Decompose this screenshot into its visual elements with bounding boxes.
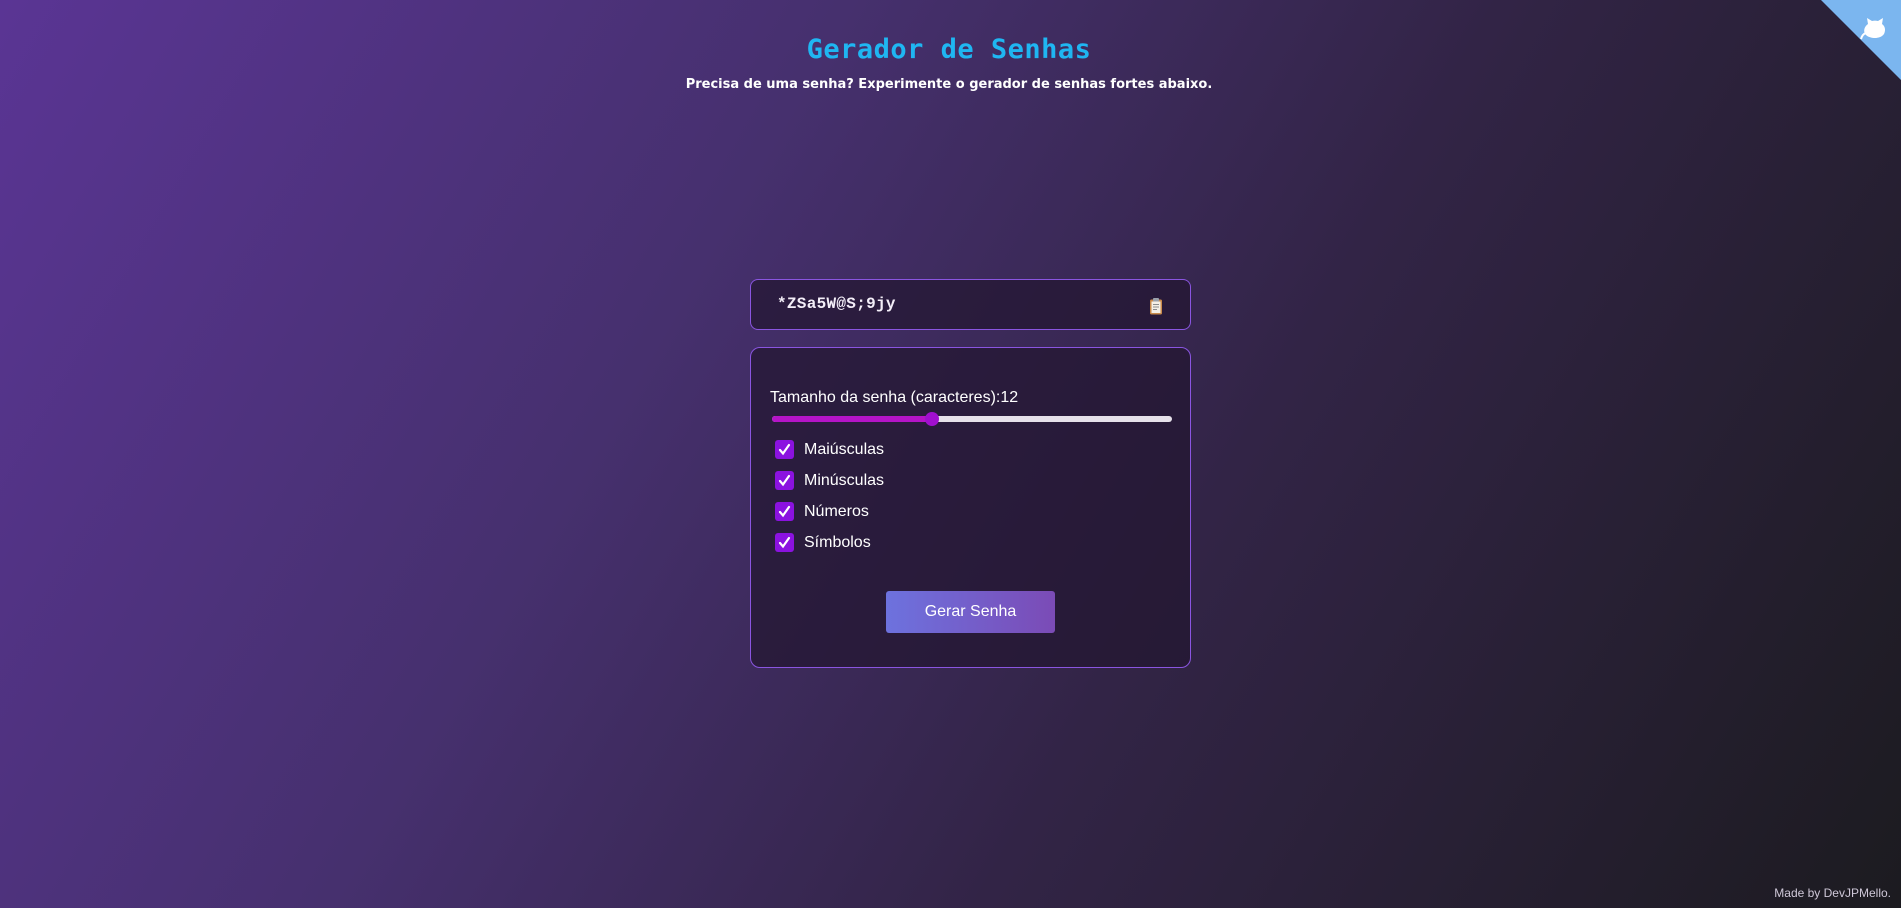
page-subtitle: Precisa de uma senha? Experimente o gera… [685,77,1213,92]
option-uppercase[interactable]: Maiúsculas [775,434,884,465]
checkmark-icon [778,536,791,549]
checkmark-icon [778,505,791,518]
settings-panel: Tamanho da senha (caracteres):12 Maiúscu… [750,347,1191,668]
checkmark-icon [778,443,791,456]
length-label-row: Tamanho da senha (caracteres):12 [770,389,1018,407]
option-lowercase[interactable]: Minúsculas [775,465,884,496]
slider-fill [772,416,932,422]
checkmark-icon [778,474,791,487]
password-value[interactable]: *ZSa5W@S;9jy [777,295,896,313]
checkbox-lowercase[interactable] [775,471,794,490]
footer-credit: Made by DevJPMello. [1774,886,1891,900]
checkbox-numbers[interactable] [775,502,794,521]
checkbox-symbols[interactable] [775,533,794,552]
page-header: Gerador de Senhas Precisa de uma senha? … [0,34,1898,92]
option-label: Minúsculas [804,471,885,489]
slider-thumb[interactable] [925,412,939,426]
option-label: Símbolos [804,533,871,551]
options-list: Maiúsculas Minúsculas Números Símbolos [775,434,884,558]
option-label: Maiúsculas [804,440,885,458]
option-label: Números [804,502,869,520]
option-symbols[interactable]: Símbolos [775,527,884,558]
length-slider[interactable] [772,412,1172,426]
generate-password-button[interactable]: Gerar Senha [886,591,1055,633]
password-display: *ZSa5W@S;9jy [750,279,1191,330]
clipboard-icon [1150,298,1162,315]
page-title: Gerador de Senhas [806,34,1092,65]
checkbox-uppercase[interactable] [775,440,794,459]
copy-password-button[interactable] [1146,296,1166,316]
length-value: 12 [1000,389,1019,406]
length-label: Tamanho da senha (caracteres): [770,389,1001,406]
option-numbers[interactable]: Números [775,496,884,527]
